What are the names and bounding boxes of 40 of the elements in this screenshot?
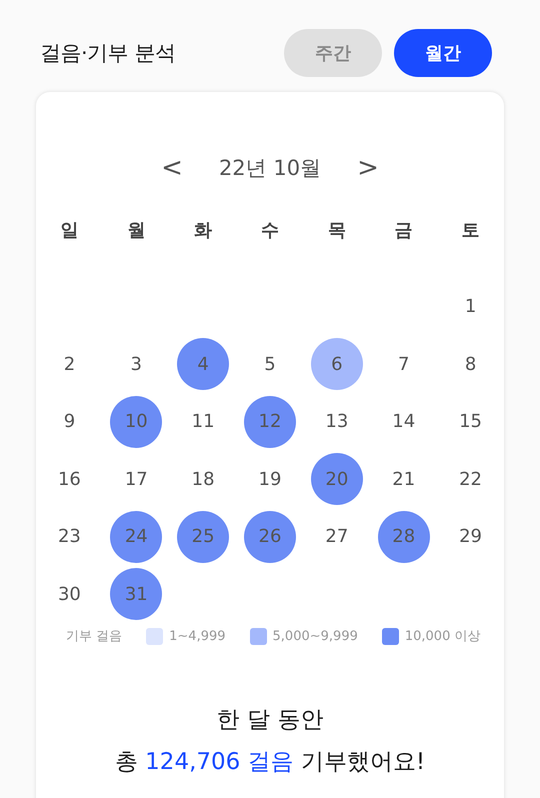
calendar-day[interactable]: 27 bbox=[310, 510, 363, 563]
next-month-button[interactable]: > bbox=[351, 153, 385, 183]
calendar-day[interactable]: 6 bbox=[310, 338, 363, 390]
calendar-day[interactable]: 30 bbox=[43, 568, 96, 620]
period-tab[interactable]: 월간 bbox=[394, 29, 492, 77]
month-label: 22년 10월 bbox=[218, 155, 322, 182]
calendar-day[interactable]: 16 bbox=[43, 453, 96, 506]
calendar-day[interactable]: 23 bbox=[43, 510, 96, 563]
summary-text: 총 124,706 걸음 기부했어요! bbox=[114, 748, 426, 777]
summary-heading: 한 달 동안 bbox=[216, 706, 324, 735]
calendar-day[interactable]: 19 bbox=[244, 453, 296, 506]
calendar-day[interactable]: 2 bbox=[43, 338, 96, 390]
weekday-label: 목 bbox=[328, 220, 346, 241]
weekday-label: 일 bbox=[60, 220, 78, 241]
calendar-day[interactable]: 1 bbox=[444, 280, 497, 333]
calendar-day[interactable]: 13 bbox=[310, 396, 363, 448]
calendar-day[interactable]: 14 bbox=[378, 396, 430, 448]
legend-title: 기부 걸음 bbox=[66, 628, 122, 645]
calendar-day[interactable]: 21 bbox=[378, 453, 430, 506]
calendar-day[interactable]: 29 bbox=[444, 510, 497, 563]
calendar-day[interactable]: 3 bbox=[110, 338, 162, 390]
calendar-day[interactable]: 18 bbox=[177, 453, 230, 506]
calendar-day[interactable]: 11 bbox=[177, 396, 230, 448]
legend-label: 5,000~9,999 bbox=[272, 628, 358, 644]
weekday-label: 화 bbox=[194, 220, 212, 241]
page-title: 걸음·기부 분석 bbox=[40, 40, 176, 67]
calendar-day[interactable]: 8 bbox=[444, 338, 497, 390]
weekday-label: 금 bbox=[394, 220, 413, 241]
weekday-label: 토 bbox=[462, 220, 480, 241]
calendar-day[interactable]: 5 bbox=[244, 338, 296, 390]
weekday-label: 수 bbox=[260, 220, 279, 241]
calendar-day[interactable]: 9 bbox=[43, 396, 96, 448]
weekday-label: 월 bbox=[127, 220, 146, 241]
legend-label: 10,000 이상 bbox=[404, 628, 480, 645]
calendar-day[interactable]: 17 bbox=[110, 453, 162, 506]
legend-label: 1~4,999 bbox=[169, 628, 226, 644]
calendar-day[interactable]: 7 bbox=[378, 338, 430, 390]
calendar-day[interactable]: 15 bbox=[444, 396, 497, 448]
calendar-day[interactable]: 22 bbox=[444, 453, 497, 506]
previous-month-button[interactable]: < bbox=[155, 153, 189, 183]
